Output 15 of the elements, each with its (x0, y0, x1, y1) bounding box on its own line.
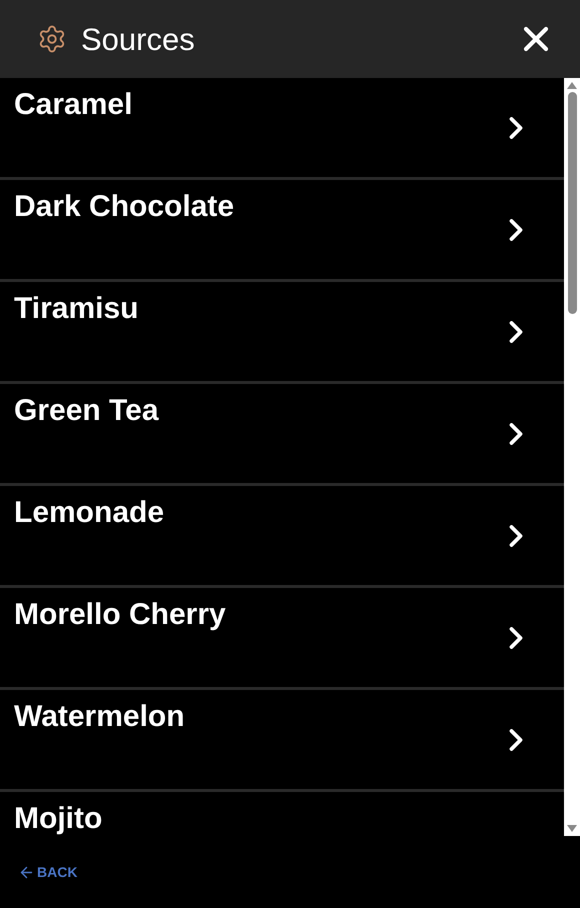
settings-icon (37, 24, 67, 54)
window-title: Sources (81, 24, 195, 54)
item-label: Morello Cherry (14, 598, 226, 631)
item-label: Dark Chocolate (14, 190, 234, 223)
scrollbar[interactable] (564, 78, 580, 836)
item-label: Caramel (14, 88, 132, 121)
item-label: Lemonade (14, 496, 164, 529)
back-link[interactable]: BACK (18, 862, 78, 882)
scrollbar-thumb[interactable] (568, 92, 576, 314)
item-label: Watermelon (14, 700, 185, 733)
scroll-up-icon[interactable] (567, 82, 577, 89)
item-label: Green Tea (14, 394, 159, 427)
item-label: Tiramisu (14, 292, 138, 325)
item-label: Mojito (14, 802, 102, 835)
scroll-down-icon[interactable] (567, 825, 577, 832)
